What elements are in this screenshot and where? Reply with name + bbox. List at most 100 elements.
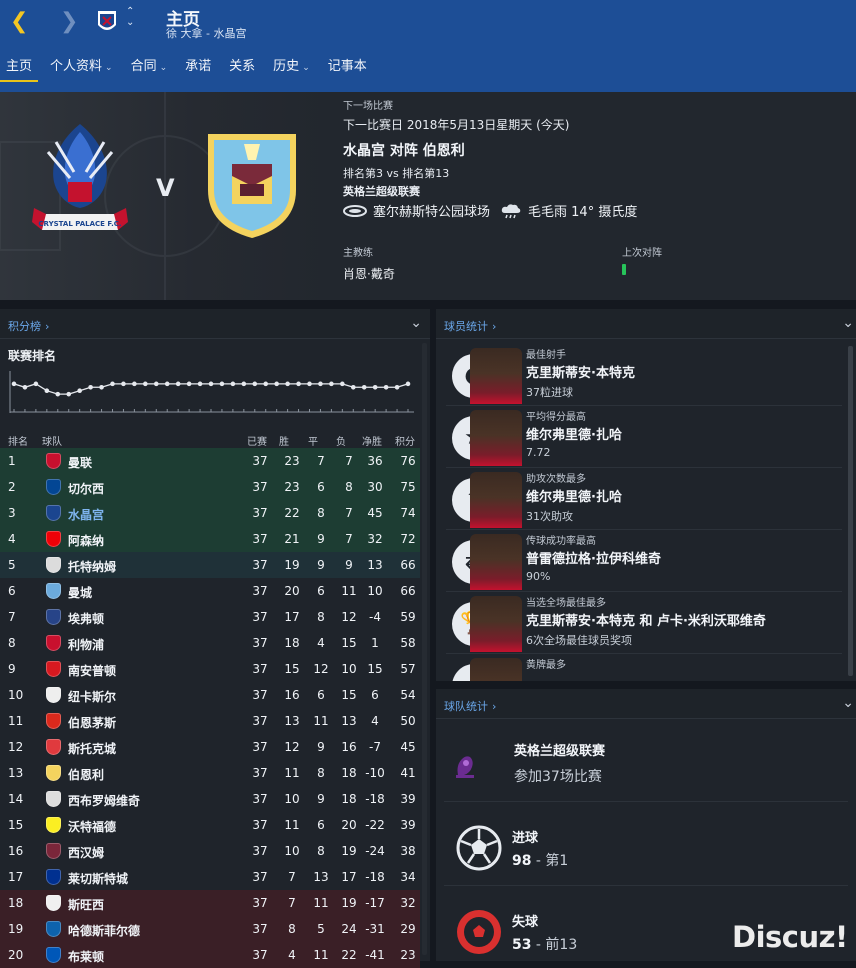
team-name[interactable]: 沃特福德 (68, 818, 116, 835)
switch-club-arrows-icon[interactable]: ⌃ ⌄ (126, 6, 134, 28)
conceded-rank: - 前13 (531, 937, 578, 953)
player-stat-name[interactable]: 维尔弗里德·扎哈 (526, 486, 622, 505)
team-name[interactable]: 斯旺西 (68, 896, 104, 913)
table-row[interactable]: 15 沃特福德 37 11 6 20 -22 39 (0, 812, 420, 838)
table-row[interactable]: 10 纽卡斯尔 37 16 6 15 6 54 (0, 682, 420, 708)
crystal-palace-small-badge-icon[interactable] (96, 9, 118, 35)
matches-played: 参加37场比赛 (514, 769, 602, 785)
table-cell: 15 (8, 818, 24, 832)
table-cell: 13 (341, 714, 357, 728)
team-name[interactable]: 哈德斯菲尔德 (68, 922, 140, 939)
goals-value: 98 (512, 853, 532, 869)
stoke-badge-icon (46, 739, 61, 755)
player-stat-item[interactable]: ●最佳射手克里斯蒂安·本特克37粒进球 (446, 344, 850, 406)
table-cell: 10 (8, 688, 24, 702)
table-cell: 18 (341, 766, 357, 780)
team-name[interactable]: 莱切斯特城 (68, 870, 128, 887)
player-stat-category: 黄牌最多 (526, 660, 566, 671)
team-name[interactable]: 西汉姆 (68, 844, 104, 861)
tab-label: 承诺 (185, 59, 212, 74)
player-photo[interactable] (470, 472, 522, 528)
player-stat-name[interactable]: 维尔弗里德·扎哈 (526, 424, 622, 443)
player-stat-name[interactable]: 克里斯蒂安·本特克 和 卢卡·米利沃耶维奇 (526, 610, 766, 629)
tab-4[interactable]: 关系 (223, 58, 261, 82)
table-cell: 9 (317, 740, 325, 754)
table-cell: 37 (252, 818, 268, 832)
player-photo[interactable] (470, 534, 522, 590)
team-name[interactable]: 西布罗姆维奇 (68, 792, 140, 809)
team-name[interactable]: 伯恩利 (68, 766, 104, 783)
team-name[interactable]: 伯恩茅斯 (68, 714, 116, 731)
player-panel-title[interactable]: 球员统计 (444, 320, 488, 333)
player-stat-name[interactable]: 普雷德拉格·拉伊科维奇 (526, 548, 661, 567)
chevron-down-icon: ⌄ (159, 63, 168, 73)
tab-3[interactable]: 承诺 (179, 58, 217, 82)
table-cell: 20 (341, 818, 357, 832)
huddersfield-badge-icon (46, 921, 61, 937)
player-stat-item[interactable]: 🏆当选全场最佳最多克里斯蒂安·本特克 和 卢卡·米利沃耶维奇6次全场最佳球员奖项 (446, 592, 850, 654)
league-panel-title[interactable]: 积分榜 (8, 320, 41, 333)
player-stat-item[interactable]: ★平均得分最高维尔弗里德·扎哈7.72 (446, 406, 850, 468)
player-stats-scrollbar[interactable] (848, 346, 853, 676)
table-cell: 13 (313, 870, 329, 884)
table-cell: 29 (400, 922, 416, 936)
tab-1[interactable]: 个人资料 ⌄ (44, 58, 119, 82)
fixture-title[interactable]: 水晶宫 对阵 伯恩利 (343, 140, 465, 160)
player-stat-category: 当选全场最佳最多 (526, 598, 606, 609)
divider (444, 801, 848, 802)
crystal-palace-badge-icon[interactable]: CRYSTAL PALACE F.C. (30, 122, 130, 242)
table-row[interactable]: 17 莱切斯特城 37 7 13 17 -18 34 (0, 864, 420, 890)
team-name[interactable]: 斯托克城 (68, 740, 116, 757)
table-cell: -17 (365, 896, 385, 910)
watford-badge-icon (46, 817, 61, 833)
team-name[interactable]: 布莱顿 (68, 948, 104, 965)
player-stat-item[interactable]: ⇄传球成功率最高普雷德拉格·拉伊科维奇90% (446, 530, 850, 592)
league-panel-header[interactable]: 积分榜 › ⌄ (0, 309, 430, 339)
team-panel-header[interactable]: 球队统计 › ⌄ (436, 689, 856, 719)
table-cell: 13 (8, 766, 24, 780)
tab-6[interactable]: 记事本 (322, 58, 373, 82)
table-row[interactable]: 20 布莱顿 37 4 11 22 -41 23 (0, 942, 420, 968)
table-row[interactable]: 18 斯旺西 37 7 11 19 -17 32 (0, 890, 420, 916)
tab-5[interactable]: 历史 ⌄ (267, 58, 316, 82)
table-row[interactable]: 14 西布罗姆维奇 37 10 9 18 -18 39 (0, 786, 420, 812)
player-stat-item[interactable]: ▮黄牌最多 (446, 654, 850, 681)
chevron-down-icon[interactable]: ⌄ (842, 695, 854, 711)
table-row[interactable]: 11 伯恩茅斯 37 13 11 13 4 50 (0, 708, 420, 734)
table-cell: 14 (8, 792, 24, 806)
tab-2[interactable]: 合同 ⌄ (125, 58, 174, 82)
stadium-name[interactable]: 塞尔赫斯特公园球场 (373, 201, 490, 220)
table-row[interactable]: 16 西汉姆 37 10 8 19 -24 38 (0, 838, 420, 864)
chevron-right-icon[interactable]: ❯ (60, 8, 78, 36)
table-cell: 18 (8, 896, 24, 910)
manager-label: 主教练 (343, 248, 373, 259)
player-stat-category: 最佳射手 (526, 350, 566, 361)
player-stat-name[interactable]: 克里斯蒂安·本特克 (526, 362, 635, 381)
player-stat-item[interactable]: ⬆助攻次数最多维尔弗里德·扎哈31次助攻 (446, 468, 850, 530)
table-cell: 37 (252, 740, 268, 754)
player-photo[interactable] (470, 410, 522, 466)
competition-name[interactable]: 英格兰超级联赛 (343, 183, 420, 199)
table-row[interactable]: 19 哈德斯菲尔德 37 8 5 24 -31 29 (0, 916, 420, 942)
player-stat-category: 传球成功率最高 (526, 536, 596, 547)
table-row[interactable]: 13 伯恩利 37 11 8 18 -10 41 (0, 760, 420, 786)
conceded-value: 53 (512, 937, 532, 953)
player-photo[interactable] (470, 658, 522, 681)
newcastle-badge-icon (46, 687, 61, 703)
team-stats-league[interactable]: 英格兰超级联赛 (514, 740, 605, 759)
tab-0[interactable]: 主页 (0, 58, 39, 82)
team-name[interactable]: 纽卡斯尔 (68, 688, 116, 705)
table-cell: 37 (252, 792, 268, 806)
table-cell: 12 (8, 740, 24, 754)
table-row[interactable]: 12 斯托克城 37 12 9 16 -7 45 (0, 734, 420, 760)
player-panel-header[interactable]: 球员统计 › ⌄ (436, 309, 856, 339)
opponent-manager[interactable]: 肖恩·戴奇 (343, 265, 395, 282)
team-panel-title[interactable]: 球队统计 (444, 700, 488, 713)
chevron-down-icon[interactable]: ⌄ (410, 315, 422, 331)
chevron-left-icon[interactable]: ❮ (10, 8, 28, 36)
burnley-badge-icon[interactable] (204, 130, 300, 240)
table-cell: 39 (400, 818, 416, 832)
player-photo[interactable] (470, 348, 522, 404)
chevron-down-icon[interactable]: ⌄ (842, 315, 854, 331)
player-photo[interactable] (470, 596, 522, 652)
